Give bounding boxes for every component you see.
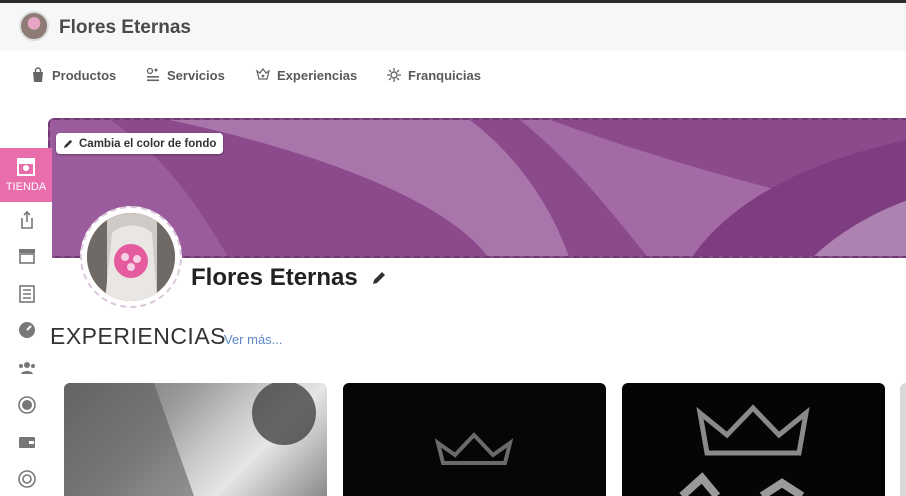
pencil-icon (63, 139, 73, 149)
crown-logo-icon (679, 404, 810, 496)
header: Flores Eternas (0, 3, 906, 51)
share-icon[interactable] (17, 210, 37, 230)
edit-pencil-icon[interactable] (371, 270, 387, 286)
services-icon (146, 67, 159, 82)
crown-logo-icon (434, 432, 514, 465)
nav-label: Servicios (167, 67, 225, 83)
nav-franquicias[interactable]: Franquicias (386, 65, 481, 85)
nav-label: Experiencias (277, 67, 358, 83)
brand-name[interactable]: Flores Eternas (59, 17, 191, 39)
dashboard-icon[interactable] (17, 320, 37, 340)
brand-logo[interactable] (19, 11, 49, 41)
sidebar-item-label: TIENDA (5, 181, 47, 193)
card-image (64, 383, 316, 496)
nav-experiencias[interactable]: Experiencias (255, 65, 357, 85)
shopping-bag-icon (33, 67, 43, 82)
store-icon[interactable] (17, 246, 37, 266)
nav-label: Franquicias (408, 67, 481, 83)
experience-card[interactable] (622, 383, 885, 496)
experience-card-partial[interactable] (900, 383, 906, 496)
wallet-icon[interactable] (17, 432, 37, 452)
change-background-label: Cambia el color de fondo (79, 137, 217, 150)
nav-productos[interactable]: Productos (30, 65, 116, 85)
nav-servicios[interactable]: Servicios (145, 65, 225, 85)
section-title: EXPERIENCIAS (50, 323, 226, 349)
experiences-icon (255, 67, 271, 80)
main-nav: Productos Servicios Experiencias Franqui… (0, 51, 906, 97)
users-icon[interactable] (17, 358, 37, 378)
change-background-button[interactable]: Cambia el color de fondo (56, 133, 224, 154)
money-icon[interactable] (17, 395, 37, 415)
sidebar-item-tienda[interactable]: TIENDA (0, 148, 52, 202)
bouquet-photo (87, 213, 175, 301)
experience-card[interactable] (343, 383, 606, 496)
nav-label: Productos (52, 67, 117, 83)
see-more-link[interactable]: Ver más... (224, 332, 283, 347)
avatar[interactable] (87, 213, 175, 301)
sidebar: TIENDA (0, 148, 52, 496)
list-icon[interactable] (17, 284, 37, 304)
target-icon[interactable] (17, 469, 37, 489)
store-icon (17, 158, 35, 176)
experience-card[interactable] (64, 383, 327, 496)
store-name: Flores Eternas (191, 264, 358, 291)
franchise-icon (387, 68, 401, 82)
